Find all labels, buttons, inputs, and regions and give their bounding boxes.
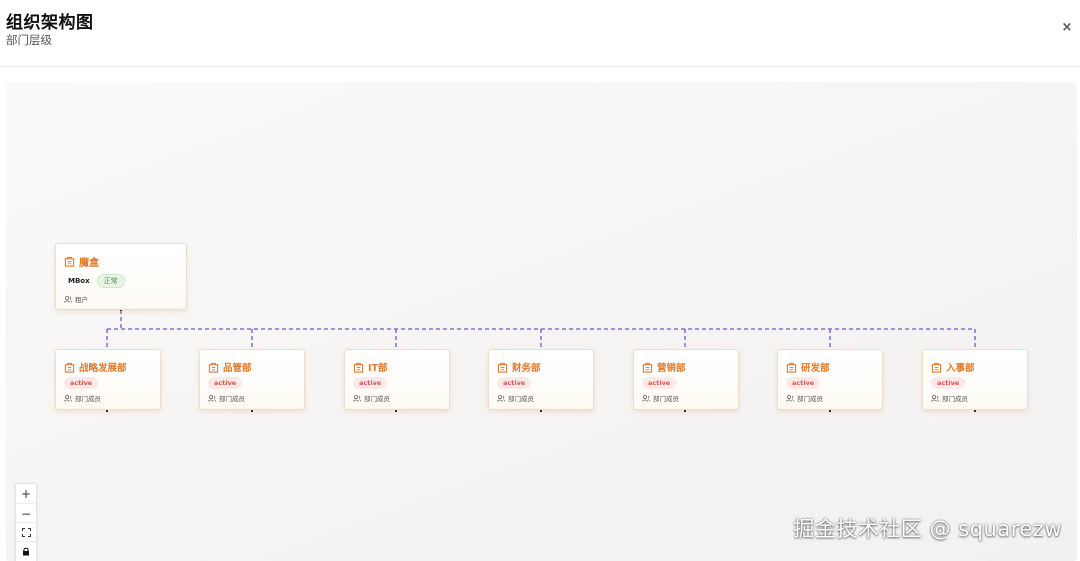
node-header: IT部	[353, 360, 388, 374]
flow-controls: + −	[15, 483, 37, 561]
node-header: 财务部	[497, 360, 541, 374]
status-badge: active	[786, 377, 821, 389]
close-button[interactable]: ×	[1060, 19, 1074, 37]
node-header: 入事部	[931, 360, 975, 374]
org-building-icon	[642, 362, 653, 373]
org-node-dept[interactable]: 入事部 active 部门成员	[922, 349, 1028, 410]
node-header: 品管部	[208, 360, 252, 374]
org-chart-canvas[interactable]: 魔盒 MBox 正常 租户 战略发展部 active 部门成员 品管部 active 部门…	[6, 82, 1077, 561]
page-subtitle: 部门层级	[6, 33, 52, 47]
status-badge: active	[642, 377, 677, 389]
org-node-root[interactable]: 魔盒 MBox 正常 租户	[55, 243, 187, 310]
node-footer-label: 部门成员	[364, 395, 390, 403]
node-footer-label: 部门成员	[75, 395, 101, 403]
status-badge: active	[64, 377, 99, 389]
user-icon	[931, 394, 939, 402]
org-building-icon	[786, 362, 797, 373]
node-footer: 部门成员	[64, 393, 101, 403]
node-header: 营销部	[642, 360, 686, 374]
status-badge: 正常	[96, 274, 125, 288]
user-icon	[64, 394, 72, 402]
user-icon	[642, 394, 650, 402]
node-footer-label: 租户	[75, 296, 88, 304]
node-footer: 部门成员	[208, 393, 245, 403]
node-footer-label: 部门成员	[797, 395, 823, 403]
lock-button[interactable]	[16, 541, 36, 561]
org-building-icon	[353, 362, 364, 373]
node-footer: 部门成员	[931, 393, 968, 403]
org-building-icon	[208, 362, 219, 373]
node-name: 品管部	[223, 363, 252, 374]
org-building-icon	[497, 362, 508, 373]
org-node-dept[interactable]: 研发部 active 部门成员	[777, 349, 883, 410]
status-badge: active	[353, 377, 388, 389]
user-icon	[64, 295, 72, 303]
node-footer: 部门成员	[642, 393, 679, 403]
watermark: 掘金技术社区 @ squarezw	[793, 517, 1062, 541]
fit-view-icon	[21, 528, 31, 537]
page-title: 组织架构图	[6, 13, 94, 33]
node-name: 战略发展部	[79, 363, 127, 374]
user-icon	[786, 394, 794, 402]
node-name: 魔盒	[79, 258, 99, 269]
org-building-icon	[64, 256, 75, 267]
status-badge: active	[931, 377, 966, 389]
node-header: 魔盒	[64, 254, 99, 269]
node-name: IT部	[368, 363, 388, 374]
user-icon	[497, 394, 505, 402]
modal-header: 组织架构图 部门层级 ×	[0, 0, 1080, 67]
fit-view-button[interactable]	[16, 522, 36, 542]
status-badge: active	[208, 377, 243, 389]
user-icon	[353, 394, 361, 402]
org-node-dept[interactable]: 营销部 active 部门成员	[633, 349, 739, 410]
org-node-dept[interactable]: 品管部 active 部门成员	[199, 349, 305, 410]
lock-icon	[23, 547, 29, 556]
node-footer-label: 部门成员	[219, 395, 245, 403]
node-header: 研发部	[786, 360, 830, 374]
node-footer: 部门成员	[786, 393, 823, 403]
user-icon	[208, 394, 216, 402]
node-footer: 部门成员	[353, 393, 390, 403]
node-name: 营销部	[657, 363, 686, 374]
org-node-dept[interactable]: 战略发展部 active 部门成员	[55, 349, 161, 410]
org-node-dept[interactable]: 财务部 active 部门成员	[488, 349, 594, 410]
org-building-icon	[931, 362, 942, 373]
node-header: 战略发展部	[64, 360, 127, 374]
org-node-dept[interactable]: IT部 active 部门成员	[344, 349, 450, 410]
node-name: 入事部	[946, 363, 975, 374]
node-footer: 租户	[64, 294, 88, 304]
node-footer: 部门成员	[497, 393, 534, 403]
node-name: 研发部	[801, 363, 830, 374]
node-name: 财务部	[512, 363, 541, 374]
tenant-code-badge: MBox	[68, 277, 90, 285]
node-footer-label: 部门成员	[508, 395, 534, 403]
zoom-in-button[interactable]: +	[16, 484, 36, 503]
node-footer-label: 部门成员	[653, 395, 679, 403]
org-edges	[106, 308, 976, 412]
org-building-icon	[64, 362, 75, 373]
status-badge: active	[497, 377, 532, 389]
node-footer-label: 部门成员	[942, 395, 968, 403]
node-tags: MBox 正常	[66, 274, 125, 288]
zoom-out-button[interactable]: −	[16, 503, 36, 523]
